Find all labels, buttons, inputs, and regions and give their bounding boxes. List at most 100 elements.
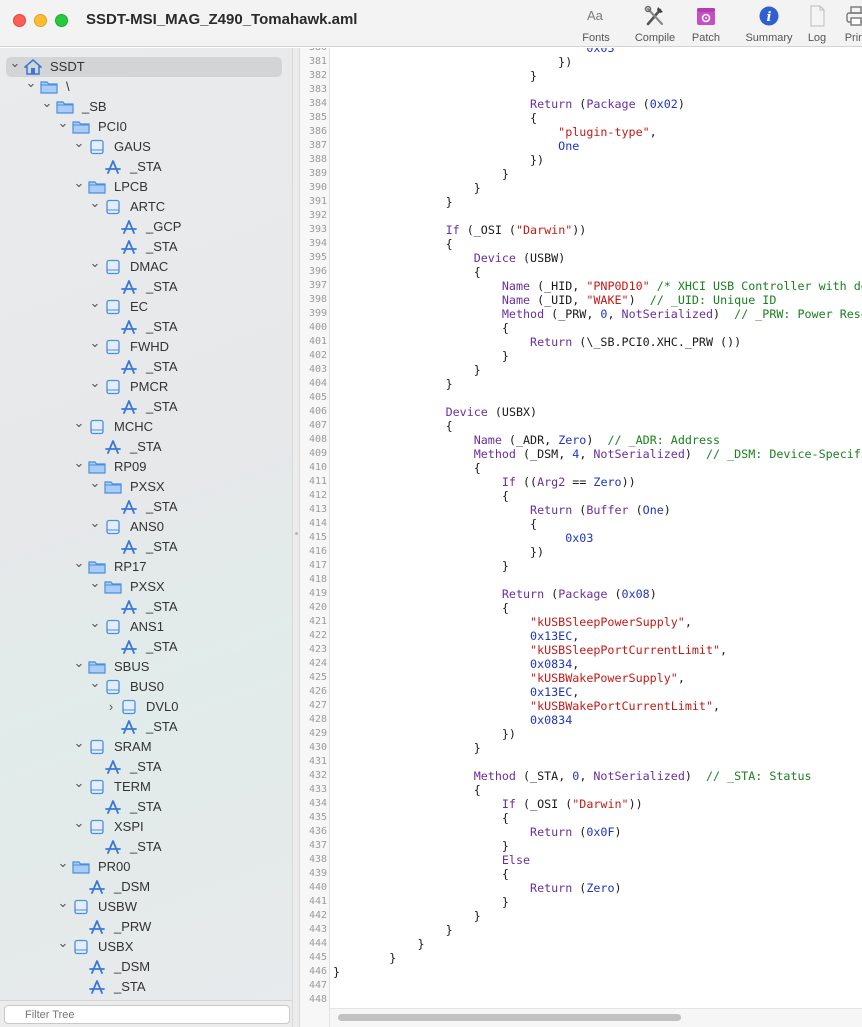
tree-row-sbus[interactable]: ⌄ SBUS (6, 655, 282, 677)
tree-row-mchc[interactable]: ⌄ MCHC (6, 415, 282, 437)
close-window-button[interactable] (13, 14, 26, 27)
chevron-down-icon[interactable]: ⌄ (89, 575, 101, 591)
tree-row-pci0[interactable]: ⌄ PCI0 (6, 115, 282, 137)
line-number: 412 (308, 490, 327, 501)
chevron-down-icon[interactable]: ⌄ (73, 735, 85, 751)
chevron-down-icon[interactable]: ⌄ (73, 415, 85, 431)
print-button[interactable]: Print (826, 4, 862, 44)
chevron-down-icon[interactable]: ⌄ (73, 135, 85, 151)
tree-row-rp09[interactable]: ⌄ RP09 (6, 455, 282, 477)
tree-row-ans0[interactable]: ⌄ ANS0 (6, 515, 282, 537)
tree-row-sb[interactable]: ⌄ _SB (6, 95, 282, 117)
tree-row-label: _STA (130, 839, 162, 854)
code-editor[interactable]: 380381 382 383 384 385 386 387 388 389 390 391 392 3… (300, 48, 862, 1027)
chevron-down-icon[interactable]: ⌄ (73, 175, 85, 191)
chevron-down-icon[interactable]: ⌄ (73, 555, 85, 571)
window-title: SSDT-MSI_MAG_Z490_Tomahawk.aml (86, 11, 358, 28)
horizontal-scrollbar-thumb[interactable] (338, 1014, 681, 1021)
tree-row-usbw[interactable]: ⌄ USBW (6, 895, 282, 917)
sidebar-splitter[interactable] (292, 48, 300, 1027)
tree-row-sta[interactable]: _STA (6, 757, 282, 777)
tree-row-label: _STA (130, 759, 162, 774)
chevron-down-icon[interactable]: ⌄ (89, 255, 101, 271)
tree-row-gaus[interactable]: ⌄ GAUS (6, 135, 282, 157)
minimize-window-button[interactable] (34, 14, 47, 27)
chevron-down-icon[interactable]: ⌄ (73, 775, 85, 791)
tree-row-sta[interactable]: _STA (6, 277, 282, 297)
tree-row-sta[interactable]: _STA (6, 437, 282, 457)
tree-row-dsm[interactable]: _DSM (6, 877, 282, 897)
code-line: }) (333, 545, 545, 559)
tree-row-dmac[interactable]: ⌄ DMAC (6, 255, 282, 277)
tree-row-fwhd[interactable]: ⌄ FWHD (6, 335, 282, 357)
tree-row-sta[interactable]: _STA (6, 497, 282, 517)
tree-row-sta[interactable]: _STA (6, 357, 282, 377)
tree-row-sta[interactable]: _STA (6, 157, 282, 177)
chevron-down-icon[interactable]: ⌄ (25, 75, 37, 91)
tree-row-bus0[interactable]: ⌄ BUS0 (6, 675, 282, 697)
tree-row-prw[interactable]: _PRW (6, 917, 282, 937)
fonts-button[interactable]: Aa Fonts (566, 4, 626, 44)
chevron-down-icon[interactable]: ⌄ (57, 895, 69, 911)
tree-row-dsm[interactable]: _DSM (6, 957, 282, 977)
tree-row-sta[interactable]: _STA (6, 717, 282, 737)
tree-row-pxsx[interactable]: ⌄ PXSX (6, 475, 282, 497)
chevron-down-icon[interactable]: ⌄ (89, 195, 101, 211)
tree-row-ans1[interactable]: ⌄ ANS1 (6, 615, 282, 637)
code-line: 0x13EC, (530, 685, 580, 699)
tree-row-ssdt[interactable]: ⌄ SSDT (6, 55, 282, 77)
tree-row-sta[interactable]: _STA (6, 537, 282, 557)
chevron-down-icon[interactable]: ⌄ (73, 655, 85, 671)
chevron-down-icon[interactable]: ⌄ (41, 95, 53, 111)
line-number: 392 (308, 210, 327, 221)
chevron-down-icon[interactable]: ⌄ (57, 115, 69, 131)
tree-row-lpcb[interactable]: ⌄ LPCB (6, 175, 282, 197)
tree-row-sta[interactable]: _STA (6, 597, 282, 617)
chevron-down-icon[interactable]: ⌄ (73, 455, 85, 471)
chevron-down-icon[interactable]: ⌄ (89, 335, 101, 351)
tree-row-sta[interactable]: _STA (6, 397, 282, 417)
chevron-down-icon[interactable]: ⌄ (89, 375, 101, 391)
tree-row-sta[interactable]: _STA (6, 797, 282, 817)
tree-row-term[interactable]: ⌄ TERM (6, 775, 282, 797)
chevron-down-icon[interactable]: ⌄ (89, 675, 101, 691)
chevron-down-icon[interactable]: ⌄ (9, 55, 21, 71)
filter-tree-input[interactable] (4, 1005, 290, 1024)
tree-row-label: TERM (114, 779, 151, 794)
tree-row-xspi[interactable]: ⌄ XSPI (6, 815, 282, 837)
chevron-down-icon[interactable]: ⌄ (89, 615, 101, 631)
tree-row-ec[interactable]: ⌄ EC (6, 295, 282, 317)
tree-row-dvl0[interactable]: › DVL0 (6, 697, 282, 717)
tree-row-pxsx[interactable]: ⌄ PXSX (6, 575, 282, 597)
tree-row-gcp[interactable]: _GCP (6, 217, 282, 237)
tree-row-sram[interactable]: ⌄ SRAM (6, 735, 282, 757)
tree-row-pmcr[interactable]: ⌄ PMCR (6, 375, 282, 397)
tree-row-pr00[interactable]: ⌄ PR00 (6, 855, 282, 877)
folder-icon (88, 459, 106, 475)
tree-row-sta[interactable]: _STA (6, 637, 282, 657)
tree-row-artc[interactable]: ⌄ ARTC (6, 195, 282, 217)
tree-row-label: USBX (98, 939, 134, 954)
chevron-down-icon[interactable]: ⌄ (89, 515, 101, 531)
tree-row-sta[interactable]: _STA (6, 977, 282, 997)
tree-row-label: GAUS (114, 139, 151, 154)
chevron-right-icon[interactable]: › (105, 699, 117, 715)
chevron-down-icon[interactable]: ⌄ (89, 295, 101, 311)
chevron-down-icon[interactable]: ⌄ (57, 855, 69, 871)
chevron-down-icon[interactable]: ⌄ (73, 815, 85, 831)
patch-button[interactable]: Patch (676, 4, 736, 44)
outline-sidebar: ⌄ SSDT ⌄ \ ⌄ _SB ⌄ PCI0 ⌄ GAUS _STA ⌄ LPCB ⌄ ARTC _GCP _… (0, 48, 292, 1027)
tree-row-sta[interactable]: _STA (6, 237, 282, 257)
tree-row-usbx[interactable]: ⌄ USBX (6, 935, 282, 957)
chevron-down-icon[interactable]: ⌄ (89, 475, 101, 491)
horizontal-scrollbar[interactable] (330, 1008, 862, 1027)
line-number: 425 (308, 672, 327, 683)
tree-row-sta[interactable]: _STA (6, 837, 282, 857)
chevron-down-icon[interactable]: ⌄ (57, 935, 69, 951)
tree-row-root-scope[interactable]: ⌄ \ (6, 75, 282, 97)
zoom-window-button[interactable] (55, 14, 68, 27)
line-number: 394 (308, 238, 327, 249)
tree-row-sta[interactable]: _STA (6, 317, 282, 337)
patch-label: Patch (691, 32, 721, 44)
tree-row-rp17[interactable]: ⌄ RP17 (6, 555, 282, 577)
